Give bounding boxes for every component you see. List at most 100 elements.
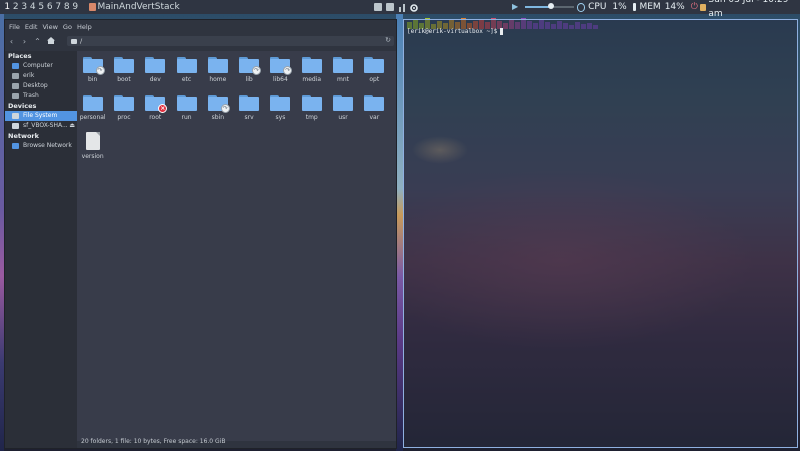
file-item-etc[interactable]: etc	[171, 54, 202, 92]
menu-file[interactable]: File	[9, 23, 20, 31]
menu-go[interactable]: Go	[63, 23, 72, 31]
sidebar-item-sf-vbox-sha[interactable]: sf_VBOX-SHA... ⏏	[5, 121, 77, 131]
workspace-6[interactable]: 6	[46, 0, 55, 14]
folder-icon	[176, 57, 197, 73]
tray-image-icon[interactable]	[374, 3, 382, 11]
workspace-9[interactable]: 9	[71, 0, 80, 14]
workspace-4[interactable]: 4	[29, 0, 38, 14]
file-item-sbin[interactable]: ↷ sbin	[202, 92, 233, 130]
window-title-text: MainAndVertStack	[97, 2, 180, 12]
power-icon[interactable]: ⏻	[691, 0, 698, 14]
folder-icon	[301, 95, 322, 111]
workspace-7[interactable]: 7	[54, 0, 63, 14]
devices-list: File System sf_VBOX-SHA... ⏏	[5, 111, 77, 131]
file-item-label: dev	[149, 76, 161, 83]
file-manager-window: File Edit View Go Help ‹ › ⌃ / ↻ Places Comp…	[4, 19, 397, 449]
terminal-cursor	[500, 28, 504, 35]
file-item-label: version	[81, 153, 104, 160]
file-item-home[interactable]: home	[202, 54, 233, 92]
file-item-sys[interactable]: sys	[265, 92, 296, 130]
workspace-1[interactable]: 1	[3, 0, 12, 14]
file-item-var[interactable]: var	[359, 92, 390, 130]
sidebar-item-browse-network[interactable]: Browse Network	[5, 141, 77, 151]
file-view[interactable]: ↷ bin boot dev etc home ↷ lib ↷ lib64 media mnt opt p…	[77, 51, 396, 441]
file-item-mnt[interactable]: mnt	[327, 54, 358, 92]
file-item-version[interactable]: version	[77, 130, 108, 168]
file-item-proc[interactable]: proc	[108, 92, 139, 130]
file-item-bin[interactable]: ↷ bin	[77, 54, 108, 92]
volume-slider-knob[interactable]	[548, 3, 555, 9]
folder-icon: ↷	[82, 57, 105, 75]
sidebar-item-label: Computer	[23, 62, 53, 69]
folder-icon: ↷	[239, 57, 262, 75]
menu-edit[interactable]: Edit	[25, 23, 38, 31]
folder-icon: ↷	[270, 57, 293, 75]
file-item-run[interactable]: run	[171, 92, 202, 130]
cpu-value: 1%	[612, 2, 627, 12]
sidebar-item-erik[interactable]: erik	[5, 71, 77, 81]
cpu-icon	[576, 2, 586, 12]
tray-clipboard-icon[interactable]	[386, 3, 394, 11]
file-item-srv[interactable]: srv	[233, 92, 264, 130]
forward-icon[interactable]: ›	[18, 37, 31, 46]
no-access-icon: ×	[158, 104, 168, 113]
file-item-lib64[interactable]: ↷ lib64	[265, 54, 296, 92]
sidebar-item-computer[interactable]: Computer	[5, 61, 77, 71]
location-path: /	[80, 37, 83, 45]
file-item-label: personal	[79, 114, 106, 121]
menu-bar: File Edit View Go Help	[5, 20, 396, 33]
file-item-dev[interactable]: dev	[140, 54, 171, 92]
mem-label: MEM	[639, 2, 661, 12]
places-list: Computer erik Desktop Trash	[5, 61, 77, 101]
workspace-8[interactable]: 8	[63, 0, 72, 14]
file-item-lib[interactable]: ↷ lib	[233, 54, 264, 92]
sidebar-item-desktop[interactable]: Desktop	[5, 81, 77, 91]
file-item-tmp[interactable]: tmp	[296, 92, 327, 130]
file-item-usr[interactable]: usr	[327, 92, 358, 130]
file-item-label: proc	[117, 114, 131, 121]
file-item-boot[interactable]: boot	[108, 54, 139, 92]
file-item-label: sbin	[211, 114, 225, 121]
file-item-label: var	[369, 114, 380, 121]
sidebar-item-label: sf_VBOX-SHA...	[23, 122, 68, 129]
status-text: 20 folders, 1 file: 10 bytes, Free space…	[81, 438, 226, 445]
folder-icon	[113, 57, 134, 73]
workspace-2[interactable]: 2	[12, 0, 21, 14]
places-header: Places	[8, 52, 32, 60]
workspace-5[interactable]: 5	[37, 0, 46, 14]
symlink-icon: ↷	[95, 66, 105, 75]
file-item-media[interactable]: media	[296, 54, 327, 92]
drive-icon	[71, 38, 77, 44]
file-item-opt[interactable]: opt	[359, 54, 390, 92]
volume-slider[interactable]	[524, 3, 574, 9]
network-header: Network	[8, 132, 39, 140]
back-icon[interactable]: ‹	[5, 37, 18, 46]
home-icon[interactable]	[44, 37, 57, 46]
terminal-prompt: [erik@erik-virtualbox ~]$	[407, 28, 498, 35]
file-item-root[interactable]: × root	[140, 92, 171, 130]
tray-network-icon[interactable]	[398, 3, 406, 12]
sidebar-item-trash[interactable]: Trash	[5, 91, 77, 101]
menu-help[interactable]: Help	[77, 23, 92, 31]
terminal-window[interactable]: [erik@erik-virtualbox ~]$	[403, 19, 798, 448]
status-widgets: ▶ CPU 1% MEM 14% ⏻ Sun 03 Jul - 10:29 am	[512, 0, 800, 19]
sidebar-item-file-system[interactable]: File System	[5, 111, 77, 121]
location-bar[interactable]: / ↻	[67, 36, 394, 46]
workspace-3[interactable]: 3	[20, 0, 29, 14]
memory-icon	[632, 3, 637, 11]
eject-icon[interactable]: ⏏	[69, 121, 75, 131]
system-tray	[374, 3, 418, 12]
trash-icon	[12, 93, 19, 99]
tray-settings-icon[interactable]	[410, 3, 418, 12]
file-item-personal[interactable]: personal	[77, 92, 108, 130]
menu-view[interactable]: View	[42, 23, 57, 31]
reload-icon[interactable]: ↻	[385, 36, 391, 44]
volume-icon[interactable]: ▶	[512, 3, 520, 11]
workspace-list: 123456789	[0, 0, 80, 14]
folder-icon: ×	[145, 95, 168, 113]
file-item-label: media	[302, 76, 322, 83]
up-icon[interactable]: ⌃	[31, 37, 44, 46]
folder-icon	[113, 95, 134, 111]
desktop-icon	[12, 83, 19, 89]
file-item-label: sys	[275, 114, 286, 121]
